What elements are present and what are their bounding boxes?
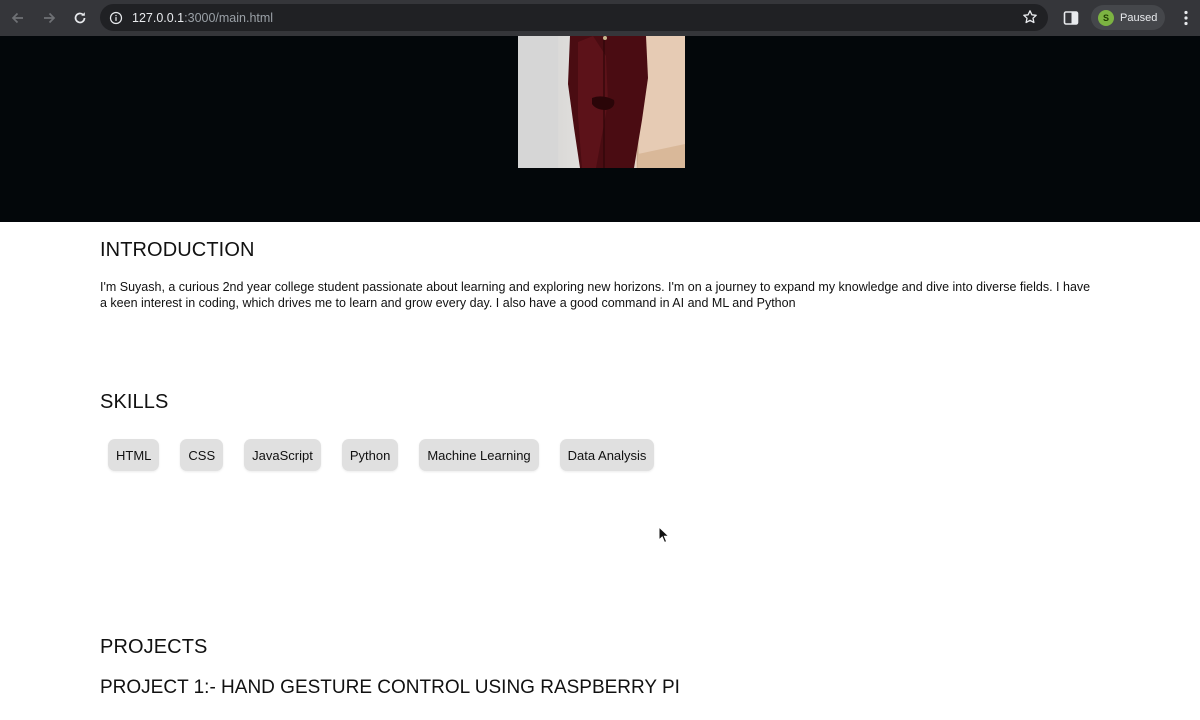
arrow-right-icon: [44, 12, 56, 24]
reload-button[interactable]: [65, 3, 95, 33]
profile-button[interactable]: S Paused: [1091, 5, 1165, 30]
skill-chip-html: HTML: [108, 439, 160, 471]
url-text: 127.0.0.1:3000/main.html: [132, 11, 273, 25]
reload-icon: [74, 12, 86, 24]
project-1-title: PROJECT 1:- HAND GESTURE CONTROL USING R…: [100, 677, 680, 698]
more-menu-icon[interactable]: [1178, 9, 1194, 27]
browser-toolbar: 127.0.0.1:3000/main.html S Paused: [0, 0, 1200, 36]
address-bar[interactable]: 127.0.0.1:3000/main.html: [100, 4, 1048, 31]
hero-banner: [0, 36, 1200, 222]
skill-chip-css: CSS: [180, 439, 224, 471]
url-host: 127.0.0.1: [132, 10, 185, 25]
page-viewport: INTRODUCTION I'm Suyash, a curious 2nd y…: [0, 36, 1200, 720]
skill-chip-data-analysis: Data Analysis: [559, 439, 655, 471]
back-button[interactable]: [3, 3, 33, 33]
skills-list: HTML CSS JavaScript Python Machine Learn…: [108, 439, 655, 471]
url-path: :3000/main.html: [184, 10, 274, 25]
profile-photo: [518, 36, 685, 168]
profile-status: Paused: [1120, 11, 1158, 24]
forward-button[interactable]: [34, 3, 64, 33]
arrow-left-icon: [11, 12, 23, 24]
introduction-heading: INTRODUCTION: [100, 239, 255, 261]
site-info-icon[interactable]: [108, 10, 124, 26]
introduction-text: I'm Suyash, a curious 2nd year college s…: [100, 280, 1091, 310]
mouse-cursor-icon: [658, 526, 670, 544]
skills-heading: SKILLS: [100, 391, 169, 413]
skill-chip-python: Python: [341, 439, 399, 471]
avatar: S: [1098, 9, 1114, 26]
skill-chip-javascript: JavaScript: [244, 439, 321, 471]
side-panel-icon[interactable]: [1062, 9, 1080, 27]
bookmark-star-icon[interactable]: [1022, 9, 1038, 25]
projects-heading: PROJECTS: [100, 636, 208, 658]
skill-chip-machine-learning: Machine Learning: [419, 439, 539, 471]
